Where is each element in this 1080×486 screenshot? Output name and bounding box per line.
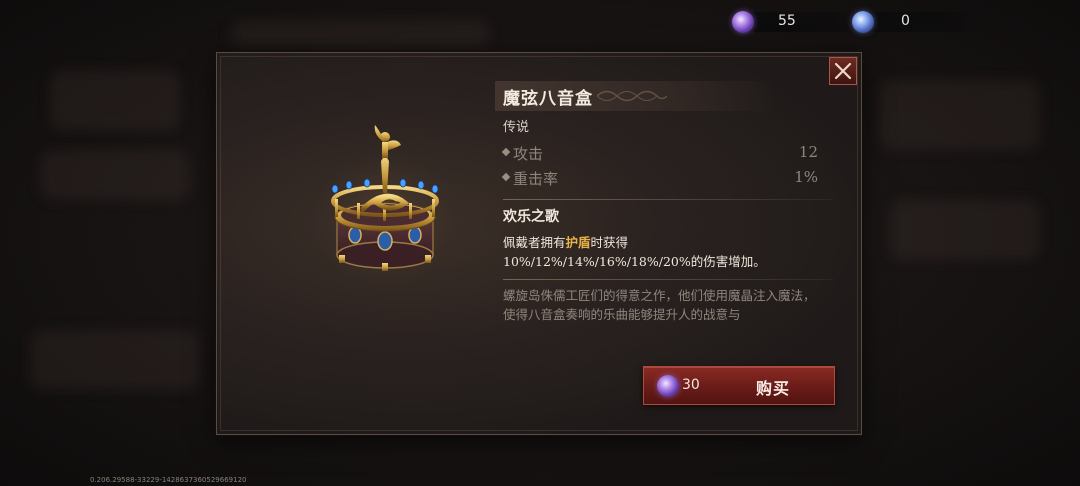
item-name: 魔弦八音盒 <box>503 89 593 109</box>
item-flavor-text: 螺旋岛侏儒工匠们的得意之作，他们使用魔晶注入魔法，使得八音盒奏响的乐曲能够提升人… <box>503 288 816 322</box>
currency-pill <box>746 12 856 32</box>
close-button[interactable] <box>829 57 857 85</box>
music-box-image <box>305 125 465 287</box>
diamond-bullet-icon <box>501 172 511 182</box>
stat-label: 重击率 <box>513 170 559 188</box>
currency-blue: 0 <box>852 10 976 34</box>
item-purchase-dialog: 魔弦八音盒 传说 攻击 12 重击率 1% 欢乐之歌 佩戴者拥有护盾时获得 10… <box>216 52 862 435</box>
buy-price: 30 <box>682 377 700 393</box>
currency-blue-amount: 0 <box>901 13 910 29</box>
diamond-bullet-icon <box>501 147 511 157</box>
purple-crystal-icon <box>732 11 754 33</box>
stat-label: 攻击 <box>513 145 544 163</box>
currency-pill <box>866 12 976 32</box>
item-rarity: 传说 <box>503 120 530 135</box>
background-blur <box>50 70 180 130</box>
stat-row-crit-rate: 重击率 1% <box>501 167 818 189</box>
stat-row-attack: 攻击 12 <box>501 142 818 164</box>
stat-value: 12 <box>798 143 818 161</box>
purple-crystal-icon <box>657 375 679 397</box>
effect-desc-values: 10%/12%/14%/16%/18%/20%的伤害增加。 <box>503 254 766 269</box>
close-icon <box>834 62 852 80</box>
background-blur <box>40 150 190 200</box>
effect-desc-after: 时获得 <box>590 235 629 250</box>
stat-value: 1% <box>794 168 818 186</box>
currency-purple-amount: 55 <box>778 13 796 29</box>
background-blur <box>30 330 200 390</box>
effect-description: 佩戴者拥有护盾时获得 10%/12%/14%/16%/18%/20%的伤害增加。 <box>503 233 833 271</box>
background-blur <box>880 80 1040 150</box>
background-blur <box>230 20 490 48</box>
divider <box>503 279 833 280</box>
background-blur <box>890 200 1040 260</box>
effect-keyword-shield: 护盾 <box>565 235 591 250</box>
currency-purple: 55 <box>732 10 856 34</box>
buy-label: 购买 <box>756 379 791 398</box>
effect-desc-before: 佩戴者拥有 <box>503 235 566 250</box>
ornament-decoration <box>597 90 667 102</box>
effect-title: 欢乐之歌 <box>503 209 559 225</box>
divider <box>503 199 833 200</box>
version-text: 0.206.29588-33229-1428637360529669120 <box>90 476 247 484</box>
blue-crystal-icon <box>852 11 874 33</box>
buy-button[interactable]: 30 购买 <box>643 366 835 405</box>
